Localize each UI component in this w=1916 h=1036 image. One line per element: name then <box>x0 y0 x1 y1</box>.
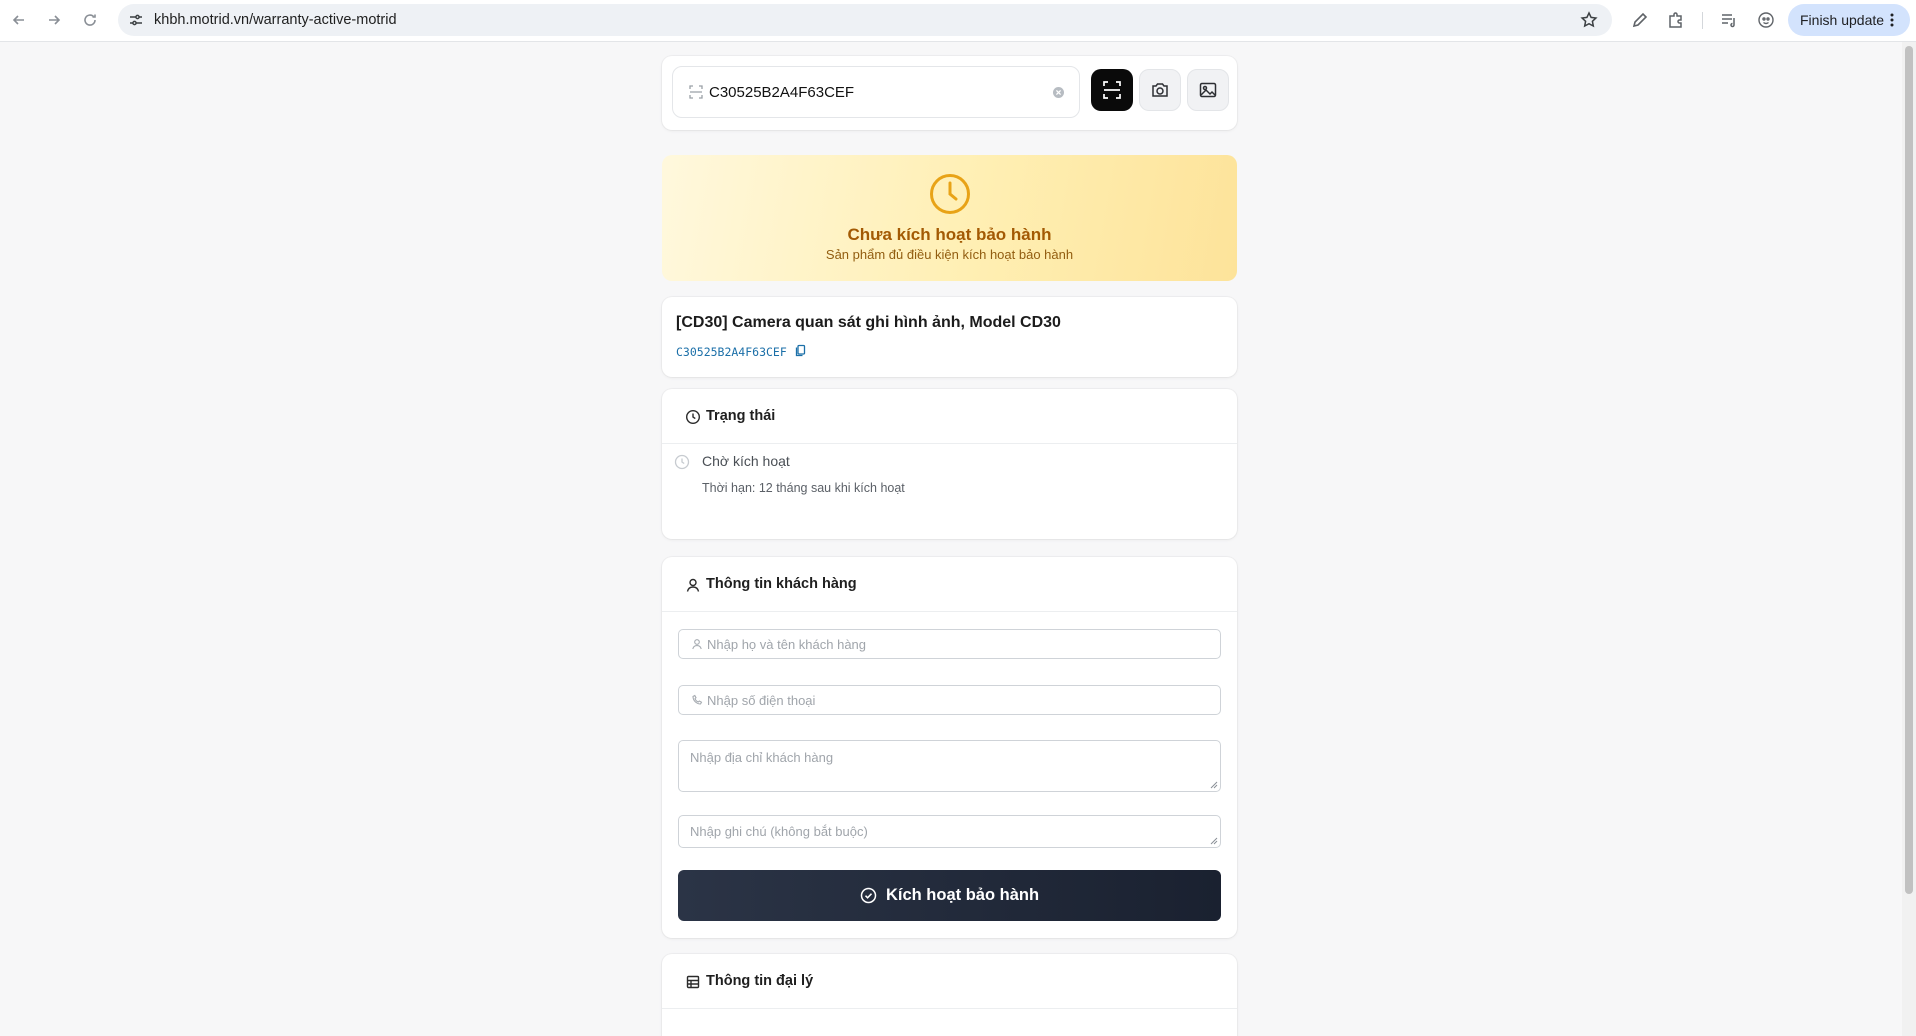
arrow-left-icon <box>12 15 24 25</box>
scan-icon <box>1103 81 1121 99</box>
copy-icon[interactable] <box>794 344 807 357</box>
site-settings-icon[interactable] <box>128 12 144 28</box>
back-button[interactable] <box>8 9 30 31</box>
resize-handle-icon[interactable] <box>1210 781 1218 789</box>
resize-handle-icon[interactable] <box>1210 837 1218 845</box>
address-textarea[interactable]: Nhập địa chỉ khách hàng <box>678 740 1221 792</box>
forward-button[interactable] <box>43 9 65 31</box>
phone-icon <box>692 694 703 705</box>
clear-input-icon[interactable] <box>1052 86 1065 99</box>
pending-clock-icon <box>674 454 690 470</box>
dealer-section-title: Thông tin đại lý <box>706 973 814 989</box>
reload-button[interactable] <box>79 9 101 31</box>
scan-frame-icon <box>689 85 703 99</box>
status-item-title: Chờ kích hoạt <box>702 453 790 469</box>
banner-subtitle: Sản phẩm đủ điều kiện kích hoạt bảo hành <box>825 247 1074 262</box>
warranty-status-banner: Chưa kích hoạt bảo hành Sản phẩm đủ điều… <box>662 155 1237 281</box>
product-card: [CD30] Camera quan sát ghi hình ảnh, Mod… <box>662 297 1237 377</box>
finish-update-button[interactable]: Finish update <box>1788 4 1910 36</box>
reload-icon <box>84 14 96 26</box>
scan-qr-button[interactable] <box>1091 69 1133 111</box>
status-item-detail: Thời hạn: 12 tháng sau khi kích hoạt <box>702 481 905 495</box>
store-icon <box>686 975 700 989</box>
page-scrollbar[interactable] <box>1902 42 1916 1036</box>
note-placeholder: Nhập ghi chú (không bắt buộc) <box>690 824 868 839</box>
toolbar-divider <box>1702 12 1703 29</box>
scrollbar-thumb[interactable] <box>1905 46 1913 894</box>
dealer-info-section: Thông tin đại lý <box>662 954 1237 1036</box>
arrow-right-icon <box>49 15 61 25</box>
bookmark-star-icon[interactable] <box>1580 11 1598 29</box>
dealer-section-header: Thông tin đại lý <box>662 954 1237 1009</box>
status-section-header: Trạng thái <box>662 389 1237 444</box>
upload-image-button[interactable] <box>1187 69 1229 111</box>
reading-list-icon[interactable] <box>1719 10 1739 30</box>
customer-name-input[interactable]: Nhập họ và tên khách hàng <box>678 629 1221 659</box>
address-bar[interactable]: khbh.motrid.vn/warranty-active-motrid <box>118 4 1612 36</box>
extensions-puzzle-icon[interactable] <box>1666 10 1686 30</box>
phone-placeholder: Nhập số điện thoại <box>707 693 816 708</box>
search-value[interactable]: C30525B2A4F63CEF <box>709 84 854 101</box>
activate-warranty-label: Kích hoạt bảo hành <box>885 886 1040 904</box>
status-section-title: Trạng thái <box>706 408 776 424</box>
product-serial: C30525B2A4F63CEF <box>676 345 787 359</box>
customer-section-title: Thông tin khách hàng <box>706 576 857 592</box>
status-section: Trạng thái Chờ kích hoạt Thời hạn: 12 th… <box>662 389 1237 539</box>
address-placeholder: Nhập địa chỉ khách hàng <box>690 750 834 765</box>
pen-icon[interactable] <box>1630 10 1650 30</box>
camera-icon <box>1152 83 1168 97</box>
note-textarea[interactable]: Nhập ghi chú (không bắt buộc) <box>678 815 1221 848</box>
finish-update-label: Finish update <box>1800 12 1885 28</box>
customer-info-section: Thông tin khách hàng Nhập họ và tên khác… <box>662 557 1237 938</box>
product-name: [CD30] Camera quan sát ghi hình ảnh, Mod… <box>676 314 1061 331</box>
clock-icon <box>685 409 701 425</box>
user-icon <box>686 578 700 592</box>
check-circle-icon <box>860 887 877 904</box>
clock-icon <box>930 174 970 214</box>
customer-name-placeholder: Nhập họ và tên khách hàng <box>707 637 867 652</box>
phone-input[interactable]: Nhập số điện thoại <box>678 685 1221 715</box>
url-text[interactable]: khbh.motrid.vn/warranty-active-motrid <box>154 12 397 28</box>
image-icon <box>1199 82 1217 98</box>
profile-avatar-icon[interactable] <box>1756 10 1776 30</box>
camera-button[interactable] <box>1139 69 1181 111</box>
browser-toolbar: khbh.motrid.vn/warranty-active-motrid Fi… <box>0 0 1916 42</box>
activate-warranty-button[interactable]: Kích hoạt bảo hành <box>678 870 1221 921</box>
more-vert-icon <box>1890 13 1894 27</box>
serial-search-input[interactable]: C30525B2A4F63CEF <box>672 66 1080 118</box>
serial-search-card: C30525B2A4F63CEF <box>662 56 1237 130</box>
customer-section-header: Thông tin khách hàng <box>662 557 1237 612</box>
banner-title: Chưa kích hoạt bảo hành <box>847 225 1052 244</box>
user-icon <box>692 639 702 650</box>
